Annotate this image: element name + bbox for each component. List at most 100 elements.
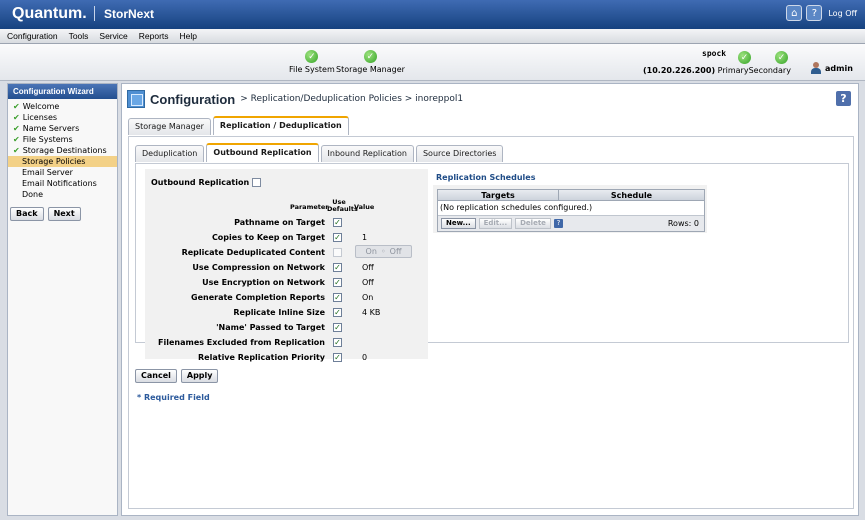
schedules-toolbar: New... Edit... Delete ? Rows: 0 bbox=[438, 215, 704, 231]
col-use-defaults: Use Defaults bbox=[327, 199, 358, 213]
user-icon bbox=[810, 62, 823, 74]
apply-button[interactable]: Apply bbox=[180, 369, 219, 383]
menu-tools[interactable]: Tools bbox=[69, 31, 89, 41]
secondary-check-icon: ✓ bbox=[775, 51, 788, 64]
menu-reports[interactable]: Reports bbox=[139, 31, 169, 41]
sidebar-item-label: Name Servers bbox=[22, 124, 80, 133]
tab-outbound-replication[interactable]: Outbound Replication bbox=[206, 143, 319, 162]
secondary-label: Secondary bbox=[748, 66, 791, 75]
use-defaults-checkbox[interactable]: ✓ bbox=[333, 218, 342, 227]
sidebar-item-name-servers[interactable]: ✔ Name Servers bbox=[8, 123, 117, 134]
menu-configuration[interactable]: Configuration bbox=[7, 31, 58, 41]
schedules-table-header: Targets Schedule bbox=[438, 190, 704, 201]
tab-storage-manager[interactable]: Storage Manager bbox=[128, 118, 211, 135]
page-help-icon[interactable]: ? bbox=[836, 91, 851, 106]
param-label: Replicate Inline Size bbox=[233, 308, 325, 317]
toggle-on: On bbox=[365, 247, 377, 256]
param-value: Off bbox=[362, 278, 374, 287]
on-off-toggle[interactable]: On ◦ Off bbox=[355, 245, 412, 258]
menu-bar: Configuration Tools Service Reports Help bbox=[0, 29, 865, 44]
outbound-replication-checkbox[interactable] bbox=[252, 178, 262, 187]
rows-count: Rows: 0 bbox=[667, 219, 699, 228]
info-icon[interactable]: ? bbox=[553, 219, 563, 228]
sidebar-item-email-notifications[interactable]: Email Notifications bbox=[8, 178, 117, 189]
tab-inbound-replication[interactable]: Inbound Replication bbox=[320, 145, 414, 162]
page-header: Configuration > Replication/Deduplicatio… bbox=[127, 90, 463, 108]
check-icon: ✔ bbox=[13, 135, 20, 144]
sidebar-item-welcome[interactable]: ✔ Welcome bbox=[8, 101, 117, 112]
sidebar-item-licenses[interactable]: ✔ Licenses bbox=[8, 112, 117, 123]
col-value: Value bbox=[354, 203, 375, 211]
sidebar-item-storage-policies[interactable]: Storage Policies bbox=[8, 156, 117, 167]
back-button[interactable]: Back bbox=[10, 207, 44, 221]
use-defaults-checkbox[interactable]: ✓ bbox=[333, 293, 342, 302]
use-defaults-checkbox[interactable]: ✓ bbox=[333, 278, 342, 287]
sidebar-item-label: Done bbox=[22, 190, 44, 199]
use-defaults-checkbox[interactable]: ✓ bbox=[333, 338, 342, 347]
wizard-steps: ✔ Welcome ✔ Licenses ✔ Name Servers ✔ File S… bbox=[8, 101, 117, 200]
check-icon: ✔ bbox=[13, 102, 20, 111]
file-system-status[interactable]: ✓ File System bbox=[289, 50, 335, 74]
menu-service[interactable]: Service bbox=[99, 31, 127, 41]
replication-schedules-title: Replication Schedules bbox=[436, 173, 536, 182]
menu-help[interactable]: Help bbox=[180, 31, 197, 41]
parameters-box: Outbound Replication Parameter Use Defau… bbox=[145, 169, 428, 362]
param-row: Replicate Deduplicated Content On ◦ Off bbox=[145, 245, 428, 260]
use-defaults-checkbox[interactable]: ✓ bbox=[333, 263, 342, 272]
storage-manager-status[interactable]: ✓ Storage Manager bbox=[336, 50, 405, 74]
user-menu[interactable]: admin bbox=[810, 62, 853, 74]
tab-deduplication[interactable]: Deduplication bbox=[135, 145, 205, 162]
sidebar-item-label: Storage Policies bbox=[22, 157, 86, 166]
use-defaults-checkbox[interactable]: ✓ bbox=[333, 308, 342, 317]
outbound-replication-label: Outbound Replication bbox=[151, 178, 250, 187]
param-row: Use Compression on Network ✓ Off bbox=[145, 263, 428, 275]
cancel-button[interactable]: Cancel bbox=[135, 369, 177, 383]
top-tabs: Storage Manager Replication / Deduplicat… bbox=[128, 116, 349, 136]
use-defaults-checkbox[interactable]: ✓ bbox=[333, 353, 342, 362]
col-schedule[interactable]: Schedule bbox=[559, 190, 704, 200]
param-value: 0 bbox=[362, 353, 368, 362]
col-defaults-label: Defaults bbox=[327, 205, 358, 213]
col-targets[interactable]: Targets bbox=[438, 190, 559, 200]
outbound-replication-toggle[interactable]: Outbound Replication bbox=[151, 178, 262, 187]
sidebar-item-label: Email Notifications bbox=[22, 179, 97, 188]
page-title: Configuration bbox=[150, 91, 236, 107]
col-parameter: Parameter bbox=[290, 203, 329, 211]
sidebar-item-done[interactable]: Done bbox=[8, 189, 117, 200]
help-icon[interactable]: ? bbox=[806, 5, 823, 21]
next-button[interactable]: Next bbox=[47, 207, 81, 221]
param-row: Replicate Inline Size ✓ 4 KB bbox=[145, 308, 428, 320]
param-value: 1 bbox=[362, 233, 368, 242]
top-icons: ⌂ ? Log Off bbox=[786, 5, 857, 21]
logoff-link[interactable]: Log Off bbox=[828, 9, 857, 18]
new-schedule-button[interactable]: New... bbox=[441, 218, 476, 229]
replication-schedules-box: Targets Schedule (No replication schedul… bbox=[433, 185, 707, 233]
param-row: Use Encryption on Network ✓ Off bbox=[145, 278, 428, 290]
sidebar-item-email-server[interactable]: Email Server bbox=[8, 167, 117, 178]
home-icon[interactable]: ⌂ bbox=[786, 5, 803, 21]
sidebar-item-label: Email Server bbox=[22, 168, 73, 177]
delete-schedule-button[interactable]: Delete bbox=[515, 218, 551, 229]
required-field-note: * Required Field bbox=[137, 393, 210, 402]
use-defaults-checkbox[interactable] bbox=[333, 248, 342, 257]
breadcrumb: > Replication/Deduplication Policies > i… bbox=[240, 94, 464, 104]
check-icon: ✓ bbox=[305, 50, 319, 63]
use-defaults-checkbox[interactable]: ✓ bbox=[333, 233, 342, 242]
use-defaults-checkbox[interactable]: ✓ bbox=[333, 323, 342, 332]
check-icon: ✔ bbox=[13, 124, 20, 133]
sidebar-item-label: Storage Destinations bbox=[22, 146, 107, 155]
toggle-divider: ◦ bbox=[380, 247, 386, 256]
form-actions: Cancel Apply bbox=[135, 369, 219, 383]
host-ip: (10.20.226.200) bbox=[643, 66, 716, 75]
user-name: admin bbox=[825, 63, 853, 73]
storage-manager-label: Storage Manager bbox=[336, 65, 405, 74]
tab-source-directories[interactable]: Source Directories bbox=[415, 145, 504, 162]
edit-schedule-button[interactable]: Edit... bbox=[478, 218, 513, 229]
tab-replication-deduplication[interactable]: Replication / Deduplication bbox=[212, 116, 349, 135]
primary-label: Primary bbox=[717, 66, 749, 75]
brand-logo: Quantum. bbox=[12, 5, 87, 22]
param-value: Off bbox=[362, 263, 374, 272]
param-label: Replicate Deduplicated Content bbox=[181, 248, 325, 257]
sidebar-item-storage-destinations[interactable]: ✔ Storage Destinations bbox=[8, 145, 117, 156]
sidebar-item-file-systems[interactable]: ✔ File Systems bbox=[8, 134, 117, 145]
